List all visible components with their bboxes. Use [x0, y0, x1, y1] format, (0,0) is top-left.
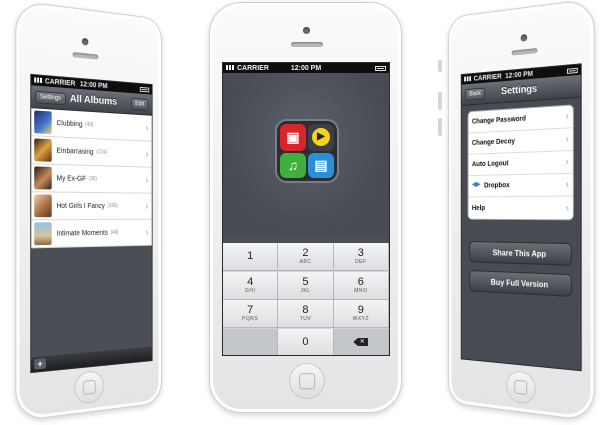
clock: 12:00 PM [79, 80, 108, 90]
chevron-right-icon: › [145, 122, 149, 134]
buy-full-version-button[interactable]: Buy Full Version [469, 270, 572, 297]
speaker-grille [291, 42, 323, 47]
page-title: All Albums [69, 93, 118, 108]
key-4[interactable]: 4 GHI [223, 271, 279, 300]
key-7[interactable]: 7 PQRS [223, 300, 279, 328]
album-list: Clubbing (43) › Embarrasing (124) › My E… [31, 108, 152, 249]
key-9[interactable]: 9 WXYZ [333, 300, 389, 328]
setting-auto-logout[interactable]: Auto Logout › [468, 151, 573, 177]
battery-icon [139, 86, 150, 92]
battery-icon [566, 67, 578, 74]
chevron-right-icon: › [565, 133, 569, 146]
edit-button[interactable]: Edit [130, 97, 149, 111]
list-item[interactable]: Embarrasing (124) › [31, 136, 152, 168]
signal-icon [464, 76, 472, 82]
home-button[interactable] [289, 363, 325, 399]
page-title: Settings [501, 83, 538, 98]
chevron-right-icon: › [145, 148, 149, 160]
back-button[interactable]: Back [465, 87, 486, 101]
front-camera [303, 27, 310, 34]
settings-list: Change Password › Change Decoy › Auto Logo… [467, 104, 574, 221]
photos-icon: ▣ [280, 124, 306, 151]
speaker-grille [511, 48, 538, 56]
key-1[interactable]: 1 [223, 243, 279, 271]
chevron-right-icon: › [145, 174, 149, 186]
settings-button[interactable]: Settings [35, 90, 66, 105]
album-name: Hot Girls I Fancy [56, 202, 105, 210]
album-name: Embarrasing [56, 147, 94, 156]
volume-down-button[interactable] [438, 118, 442, 136]
front-camera [81, 37, 89, 46]
status-bar: CARRIER 12:00 PM [223, 63, 389, 73]
chevron-right-icon: › [565, 156, 569, 168]
home-button[interactable] [506, 369, 536, 406]
add-album-button[interactable]: + [34, 358, 46, 370]
music-note-icon: ♫ [280, 152, 306, 178]
phone-left: CARRIER 12:00 PM Settings All Albums Edi… [15, 0, 162, 422]
album-count: (124) [96, 149, 107, 156]
album-count: (48) [110, 229, 119, 236]
mute-switch[interactable] [438, 60, 442, 72]
setting-help[interactable]: Help › [468, 197, 572, 220]
lock-screen: CARRIER 12:00 PM ▣ ▶ ♫ ▤ 1 2 ABC 3 DEF 4… [222, 62, 390, 356]
chevron-right-icon: › [565, 179, 569, 191]
album-count: (43) [85, 121, 94, 129]
key-8[interactable]: 8 TUV [278, 300, 334, 328]
key-3[interactable]: 3 DEF [333, 243, 389, 271]
album-thumbnail [34, 166, 52, 190]
key-2[interactable]: 2 ABC [278, 243, 334, 271]
album-name: Clubbing [56, 119, 83, 129]
chevron-right-icon: › [565, 202, 569, 214]
numeric-keypad: 1 2 ABC 3 DEF 4 GHI 5 JKL 6 MNO 7 PQRS 8 TUV 9W… [223, 243, 389, 355]
album-thumbnail [34, 194, 52, 218]
lock-background: ▣ ▶ ♫ ▤ [223, 73, 389, 237]
key-5[interactable]: 5 JKL [278, 271, 334, 300]
key-0[interactable]: 0 [278, 328, 334, 355]
album-name: Intimate Moments [56, 229, 108, 238]
bottom-toolbar: + [31, 346, 152, 372]
phone-right: CARRIER 12:00 PM Back Settings Change Pa… [448, 0, 595, 422]
clock: 12:00 PM [290, 64, 322, 72]
delete-key[interactable]: ✕ [333, 328, 389, 355]
signal-icon [226, 65, 235, 71]
list-item[interactable]: My Ex-GF (30) › [31, 164, 152, 194]
album-name: My Ex-GF [56, 174, 87, 183]
video-play-icon: ▶ [308, 124, 334, 151]
front-camera [520, 33, 528, 42]
app-logo-icon: ▣ ▶ ♫ ▤ [275, 119, 339, 183]
chevron-right-icon: › [145, 200, 149, 212]
list-item[interactable]: Hot Girls I Fancy (195) › [31, 192, 152, 221]
home-button[interactable] [74, 369, 104, 406]
device-showcase: CARRIER 12:00 PM Settings All Albums Edi… [0, 0, 608, 425]
phone-center: CARRIER 12:00 PM ▣ ▶ ♫ ▤ 1 2 ABC 3 DEF 4… [209, 2, 402, 413]
key-6[interactable]: 6 MNO [333, 271, 389, 300]
album-count: (30) [88, 175, 97, 183]
list-item[interactable]: Intimate Moments (48) › [31, 219, 152, 249]
chevron-right-icon: › [145, 226, 149, 238]
speaker-grille [72, 52, 99, 60]
volume-up-button[interactable] [438, 92, 442, 110]
backspace-icon: ✕ [353, 338, 369, 346]
document-lock-icon: ▤ [308, 152, 334, 178]
battery-icon [375, 65, 386, 71]
album-thumbnail [34, 222, 52, 246]
settings-screen: CARRIER 12:00 PM Back Settings Change Pa… [460, 63, 582, 372]
dropbox-icon [472, 182, 481, 191]
albums-screen: CARRIER 12:00 PM Settings All Albums Edi… [30, 73, 153, 374]
album-thumbnail [34, 138, 52, 162]
album-count: (195) [107, 203, 118, 210]
key-blank [223, 328, 279, 355]
setting-dropbox[interactable]: Dropbox › [468, 173, 573, 198]
album-thumbnail [34, 110, 52, 135]
chevron-right-icon: › [565, 110, 569, 123]
signal-icon [34, 77, 44, 84]
